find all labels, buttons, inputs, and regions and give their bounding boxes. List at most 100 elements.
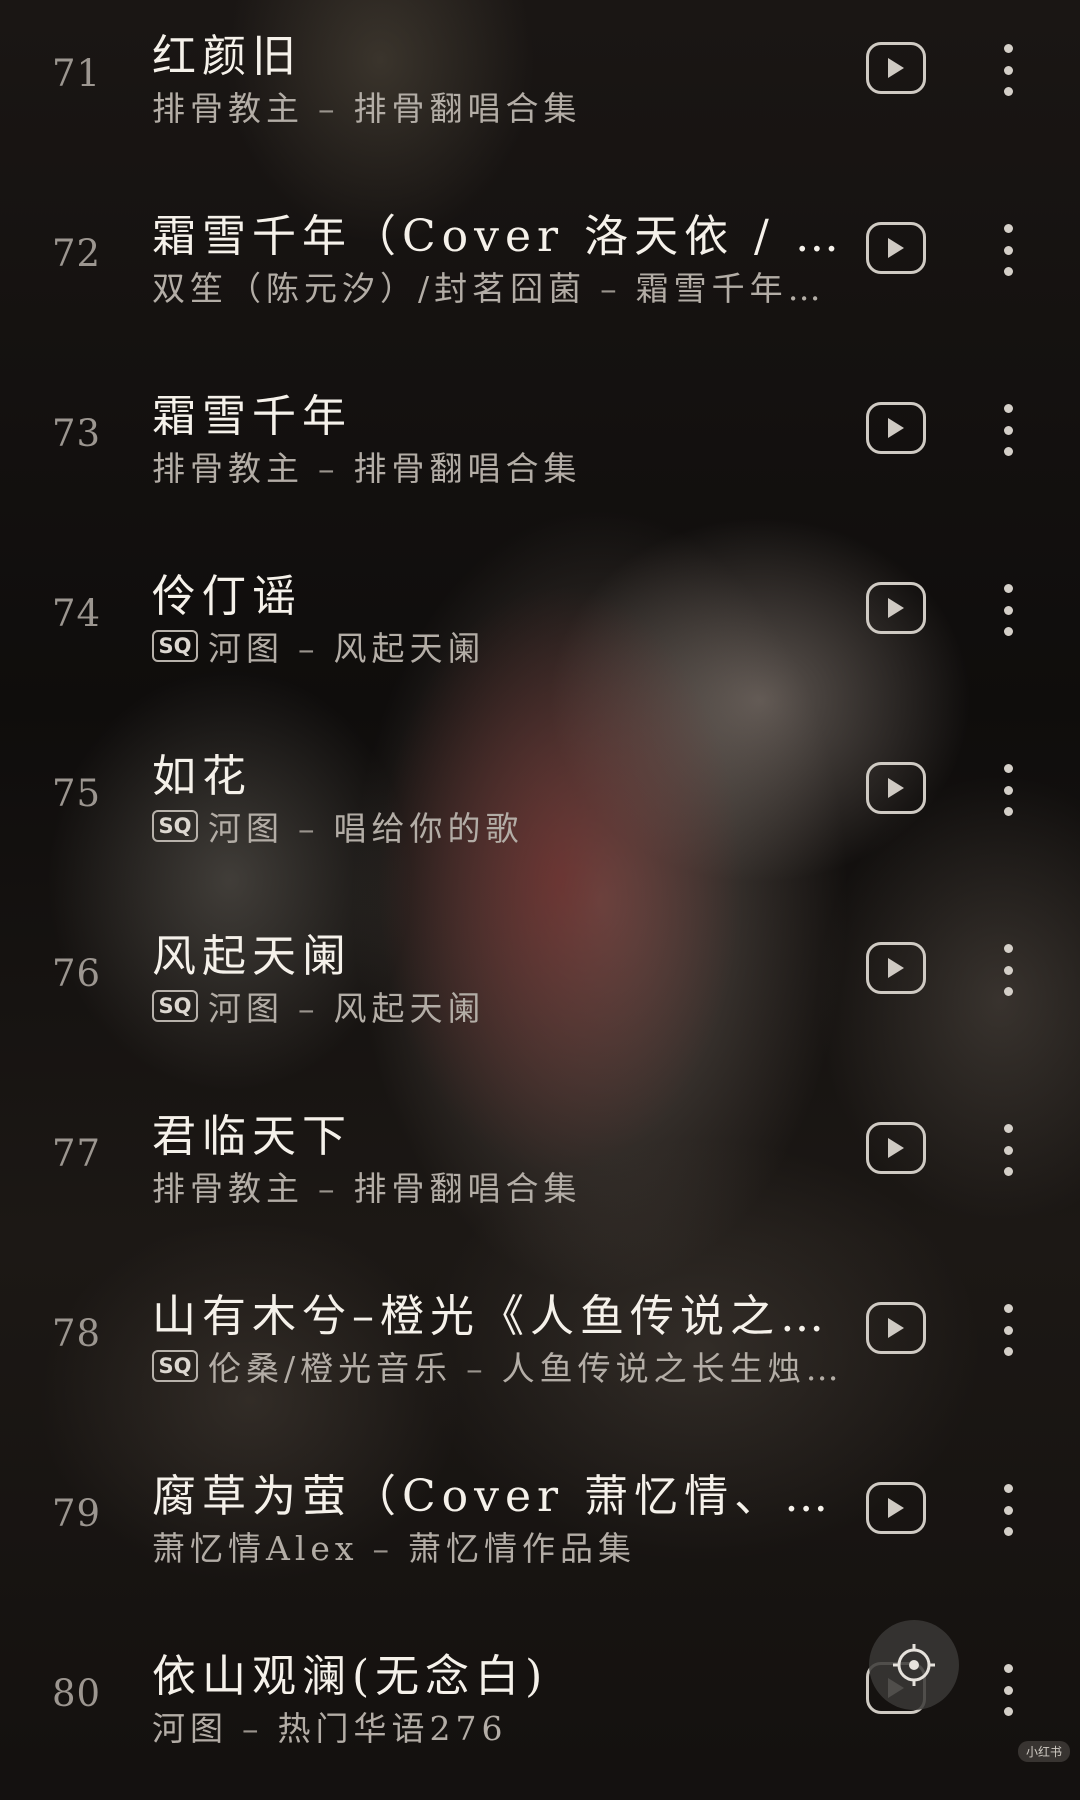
song-row[interactable]: 76 风起天阑 SQ 河图 – 风起天阑 xyxy=(0,900,1080,1080)
artist-name: 双笙（陈元汐）/封茗囧菌 xyxy=(152,269,587,308)
song-subtitle: SQ 伦桑/橙光音乐 – 人鱼传说之长生烛… xyxy=(152,1344,842,1388)
song-title: 山有木兮–橙光《人鱼传说之长… xyxy=(152,1291,842,1342)
more-options-button[interactable] xyxy=(990,1304,1026,1356)
song-row[interactable]: 75 如花 SQ 河图 – 唱给你的歌 xyxy=(0,720,1080,900)
artist-name: 排骨教主 xyxy=(152,89,304,128)
song-subtitle: SQ 河图 – 唱给你的歌 xyxy=(152,804,842,848)
album-name: 唱给你的歌 xyxy=(333,809,524,848)
artist-name: 萧忆情Alex xyxy=(152,1529,359,1568)
song-row[interactable]: 72 霜雪千年（Cover 洛天依 / 乐正… 双笙（陈元汐）/封茗囧菌–霜雪千… xyxy=(0,180,1080,360)
play-video-icon xyxy=(888,1138,904,1158)
track-number: 80 xyxy=(52,1672,102,1715)
song-subtitle: 排骨教主 – 排骨翻唱合集 xyxy=(152,84,842,128)
more-dot xyxy=(1003,245,1013,255)
more-vertical-icon xyxy=(1003,1304,1013,1313)
more-vertical-icon xyxy=(1003,1124,1013,1133)
song-subtitle: SQ 河图 – 风起天阑 xyxy=(152,624,842,668)
play-video-button[interactable] xyxy=(866,42,926,94)
sq-quality-badge: SQ xyxy=(152,810,198,842)
more-dot xyxy=(1003,785,1013,795)
song-row[interactable]: 74 伶仃谣 SQ 河图 – 风起天阑 xyxy=(0,540,1080,720)
album-name: 霜雪千年（… xyxy=(635,269,842,308)
more-dot xyxy=(1003,425,1013,435)
song-subtitle: SQ 河图 – 风起天阑 xyxy=(152,984,842,1028)
separator: – xyxy=(242,1709,264,1748)
more-dot xyxy=(1003,1167,1013,1176)
more-dot xyxy=(1003,627,1013,636)
play-video-icon xyxy=(888,958,904,978)
track-number: 77 xyxy=(52,1132,102,1175)
song-title: 霜雪千年（Cover 洛天依 / 乐正… xyxy=(152,211,842,262)
album-name: 萧忆情作品集 xyxy=(408,1529,637,1568)
more-options-button[interactable] xyxy=(990,584,1026,636)
album-name: 人鱼传说之长生烛… xyxy=(501,1349,842,1388)
more-dot xyxy=(1003,1707,1013,1716)
more-dot xyxy=(1003,807,1013,816)
song-title: 腐草为萤（Cover 萧忆情、哦漏） xyxy=(152,1471,842,1522)
locate-current-song-button[interactable] xyxy=(869,1620,959,1710)
more-dot xyxy=(1003,1505,1013,1515)
separator: – xyxy=(298,809,320,848)
more-dot xyxy=(1003,1145,1013,1155)
song-row[interactable]: 71 红颜旧 排骨教主 – 排骨翻唱合集 xyxy=(0,0,1080,180)
sq-quality-badge: SQ xyxy=(152,990,198,1022)
play-video-icon xyxy=(888,778,904,798)
separator: – xyxy=(600,269,622,308)
play-video-icon xyxy=(888,1318,904,1338)
track-number: 78 xyxy=(52,1312,102,1355)
more-dot xyxy=(1003,87,1013,96)
more-options-button[interactable] xyxy=(990,1664,1026,1716)
play-video-button[interactable] xyxy=(866,402,926,454)
play-video-button[interactable] xyxy=(866,1482,926,1534)
more-options-button[interactable] xyxy=(990,44,1026,96)
more-vertical-icon xyxy=(1003,764,1013,773)
more-options-button[interactable] xyxy=(990,764,1026,816)
more-dot xyxy=(1003,1527,1013,1536)
song-row[interactable]: 78 山有木兮–橙光《人鱼传说之长… SQ 伦桑/橙光音乐 – 人鱼传说之长生烛… xyxy=(0,1260,1080,1440)
more-dot xyxy=(1003,447,1013,456)
sq-quality-badge: SQ xyxy=(152,1350,198,1382)
separator: – xyxy=(298,629,320,668)
more-vertical-icon xyxy=(1003,584,1013,593)
song-title: 风起天阑 xyxy=(152,931,352,982)
song-row[interactable]: 79 腐草为萤（Cover 萧忆情、哦漏） 萧忆情Alex–萧忆情作品集 xyxy=(0,1440,1080,1620)
song-row[interactable]: 77 君临天下 排骨教主 – 排骨翻唱合集 xyxy=(0,1080,1080,1260)
play-video-icon xyxy=(888,1498,904,1518)
song-row[interactable]: 73 霜雪千年 排骨教主 – 排骨翻唱合集 xyxy=(0,360,1080,540)
more-dot xyxy=(1003,965,1013,975)
track-number: 76 xyxy=(52,952,102,995)
play-video-icon xyxy=(888,238,904,258)
song-subtitle: 萧忆情Alex – 萧忆情作品集 xyxy=(152,1524,842,1568)
more-options-button[interactable] xyxy=(990,224,1026,276)
separator: – xyxy=(318,89,340,128)
track-number: 75 xyxy=(52,772,102,815)
album-name: 风起天阑 xyxy=(333,989,486,1028)
more-options-button[interactable] xyxy=(990,404,1026,456)
play-video-button[interactable] xyxy=(866,1302,926,1354)
track-number: 73 xyxy=(52,412,102,455)
more-options-button[interactable] xyxy=(990,944,1026,996)
song-title: 如花 xyxy=(152,751,252,802)
play-video-button[interactable] xyxy=(866,942,926,994)
watermark: 小红书 xyxy=(1017,1741,1070,1762)
separator: – xyxy=(318,449,340,488)
sq-quality-badge: SQ xyxy=(152,630,198,662)
album-name: 排骨翻唱合集 xyxy=(353,449,582,488)
song-subtitle: 排骨教主 – 排骨翻唱合集 xyxy=(152,444,842,488)
album-name: 热门华语276 xyxy=(277,1709,508,1748)
album-name: 风起天阑 xyxy=(333,629,486,668)
album-name: 排骨翻唱合集 xyxy=(353,89,582,128)
separator: – xyxy=(318,1169,340,1208)
more-options-button[interactable] xyxy=(990,1484,1026,1536)
play-video-button[interactable] xyxy=(866,762,926,814)
song-subtitle: 双笙（陈元汐）/封茗囧菌 – 霜雪千年（… xyxy=(152,264,842,308)
more-dot xyxy=(1003,65,1013,75)
more-dot xyxy=(1003,1347,1013,1356)
play-video-button[interactable] xyxy=(866,1122,926,1174)
more-options-button[interactable] xyxy=(990,1124,1026,1176)
play-video-icon xyxy=(888,598,904,618)
play-video-button[interactable] xyxy=(866,222,926,274)
song-subtitle: 河图 – 热门华语276 xyxy=(152,1704,842,1748)
album-name: 排骨翻唱合集 xyxy=(353,1169,582,1208)
play-video-button[interactable] xyxy=(866,582,926,634)
